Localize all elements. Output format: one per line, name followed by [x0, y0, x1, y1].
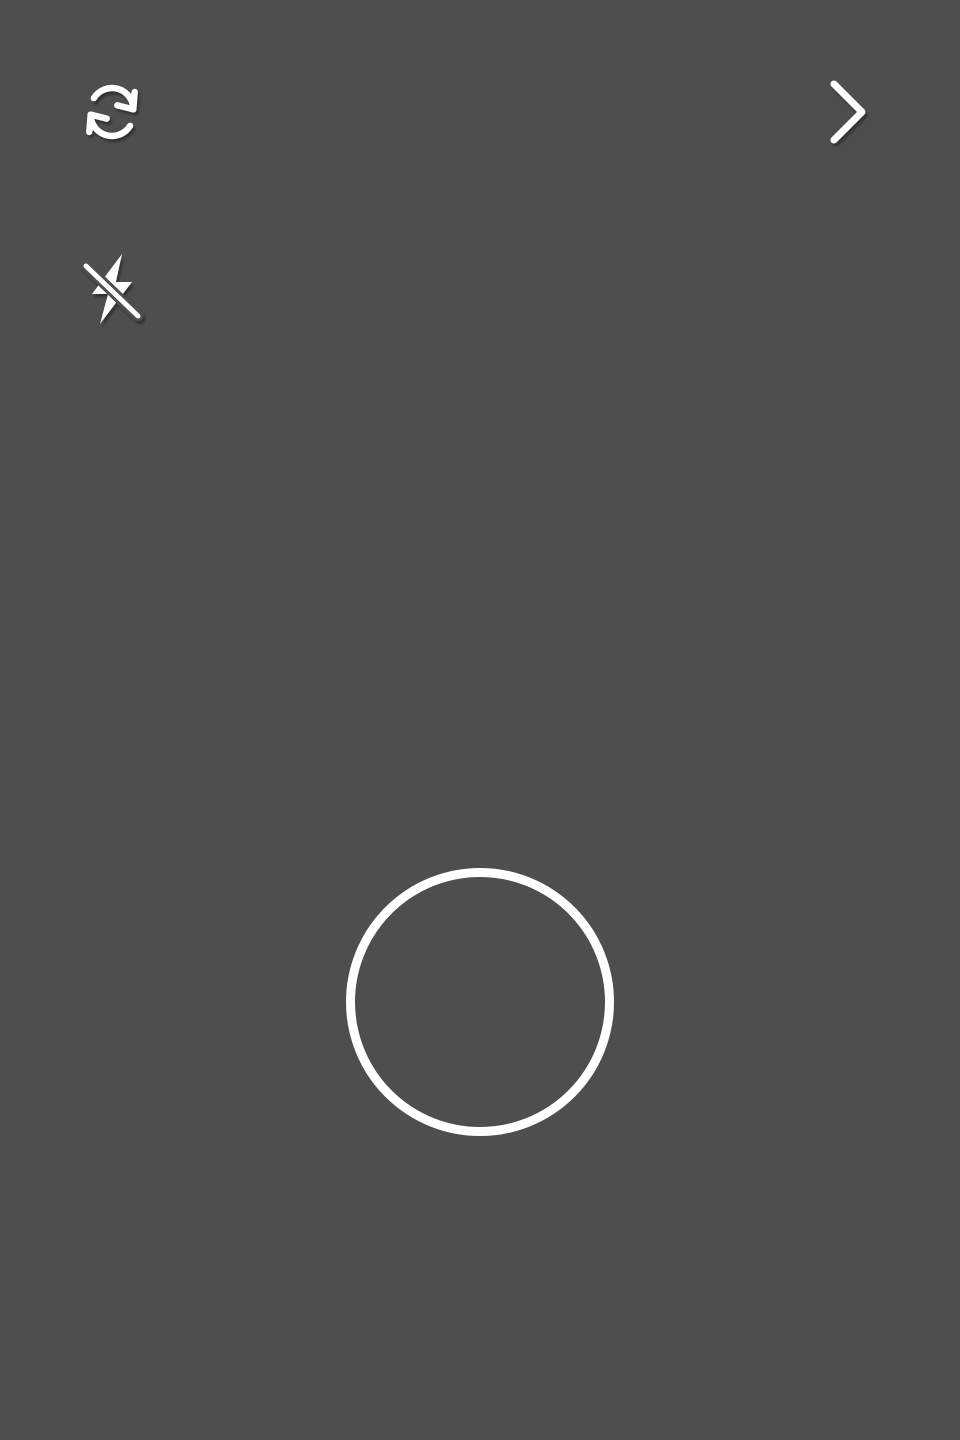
switch-camera-button[interactable]	[72, 72, 152, 152]
switch-camera-icon	[86, 84, 138, 140]
next-button[interactable]	[808, 72, 888, 152]
chevron-right-icon	[830, 80, 866, 144]
flash-off-icon	[80, 254, 144, 324]
shutter-button[interactable]	[346, 868, 614, 1136]
camera-screen	[0, 0, 960, 1440]
flash-toggle-button[interactable]	[72, 250, 152, 330]
